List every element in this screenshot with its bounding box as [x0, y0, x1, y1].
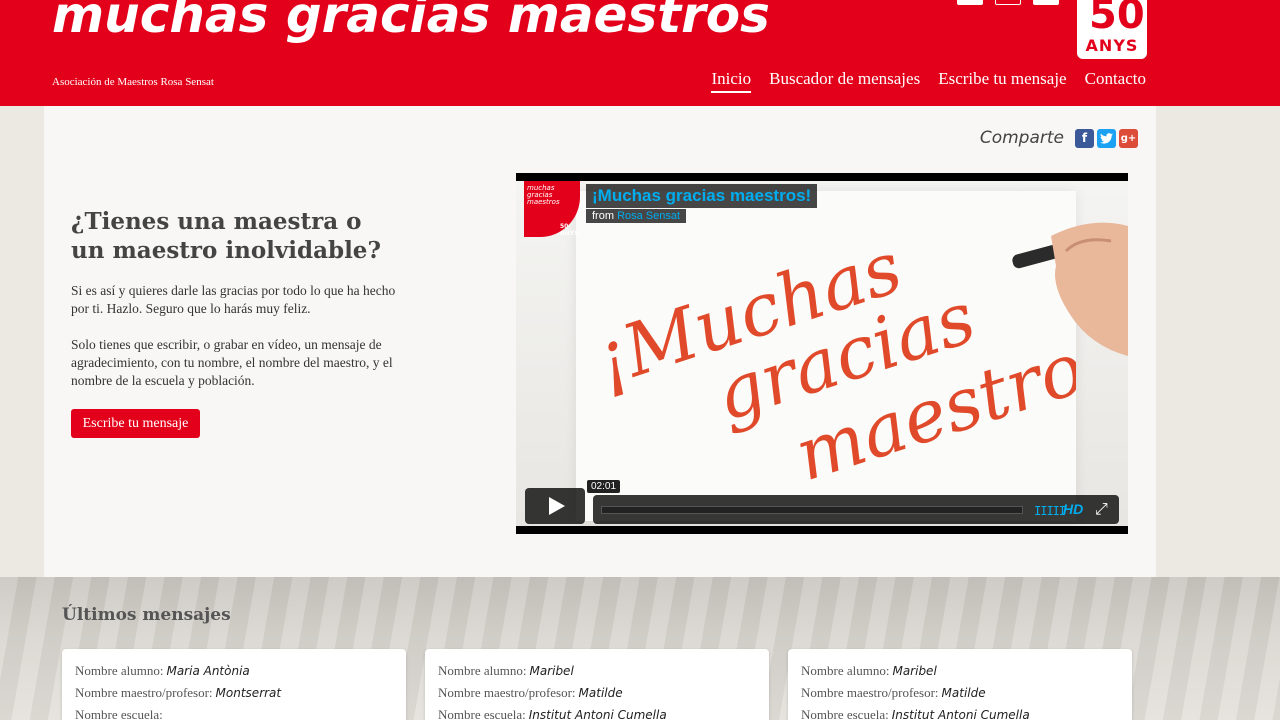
student-label: Nombre alumno: — [801, 663, 890, 678]
site-logo-subtitle: Asociación de Maestros Rosa Sensat — [52, 76, 214, 88]
nav-item-contacto[interactable]: Contacto — [1085, 69, 1146, 93]
card-teacher-row: Nombre maestro/profesor: Matilde — [801, 682, 1119, 704]
video-time: 02:01 — [587, 480, 621, 493]
intro-heading: ¿Tienes una maestra o un maestro inolvid… — [71, 208, 381, 264]
video-logo-badge: 50 ANYS — [560, 223, 579, 237]
language-link-1[interactable] — [957, 0, 983, 5]
hand-with-marker-icon — [1012, 222, 1128, 356]
share-label: Comparte — [979, 128, 1064, 148]
latest-messages-section: Últimos mensajes Nombre alumno: Maria Ant… — [0, 577, 1280, 720]
card-student-row: Nombre alumno: Maribel — [801, 660, 1119, 682]
intro-paragraph-1: Si es así y quieres darle las gracias po… — [71, 283, 396, 316]
message-card[interactable]: Nombre alumno: Maria Antònia Nombre maest… — [62, 649, 406, 720]
handwriting-graphic: ¡Muchas gracias maestros — [585, 225, 1128, 497]
control-bar: IIIII HD ⤢ — [593, 495, 1119, 524]
language-links — [957, 0, 1059, 6]
play-button[interactable] — [525, 488, 585, 524]
teacher-name: Matilde — [578, 686, 623, 700]
message-card[interactable]: Nombre alumno: Maribel Nombre maestro/pro… — [788, 649, 1132, 720]
volume-icon[interactable]: IIIII — [1034, 504, 1066, 518]
main-panel: Comparte f g+ ¿Tienes una maestra o un m… — [44, 106, 1156, 577]
card-teacher-row: Nombre maestro/profesor: Montserrat — [75, 682, 393, 704]
teacher-label: Nombre maestro/profesor: — [801, 685, 939, 700]
video-author-link[interactable]: Rosa Sensat — [617, 210, 680, 222]
hd-button[interactable]: HD — [1063, 501, 1083, 517]
video-controls: IIIII HD ⤢ 02:01 — [525, 480, 1119, 524]
video-logo-text: muchas gracias maestros — [527, 184, 560, 206]
latest-messages-heading: Últimos mensajes — [62, 605, 231, 625]
progress-bar[interactable] — [601, 506, 1023, 514]
write-message-button[interactable]: Escribe tu mensaje — [71, 409, 200, 438]
share-bar: Comparte f g+ — [980, 128, 1138, 148]
school-name: Institut Antoni Cumella — [528, 708, 667, 720]
fullscreen-icon[interactable]: ⤢ — [1095, 499, 1108, 519]
teacher-name: Matilde — [941, 686, 986, 700]
teacher-name: Montserrat — [215, 686, 282, 700]
school-name: Institut Antoni Cumella — [891, 708, 1030, 720]
card-teacher-row: Nombre maestro/profesor: Matilde — [438, 682, 756, 704]
intro-paragraph-2: Solo tienes que escribir, o grabar en ví… — [71, 337, 393, 388]
site-header: muchas gracias maestros Asociación de Ma… — [0, 0, 1280, 106]
twitter-icon[interactable] — [1097, 128, 1116, 148]
student-label: Nombre alumno: — [438, 663, 527, 678]
google-plus-icon[interactable]: g+ — [1119, 128, 1138, 148]
video-logo[interactable]: muchas gracias maestros 50 ANYS — [524, 181, 580, 237]
video-player[interactable]: ¡Muchas gracias maestros muchas gracias … — [516, 173, 1128, 534]
video-frame[interactable]: ¡Muchas gracias maestros — [516, 181, 1128, 526]
card-school-row: Nombre escuela: — [75, 704, 393, 720]
language-link-3[interactable] — [1033, 0, 1059, 5]
school-label: Nombre escuela: — [438, 707, 526, 720]
language-link-2[interactable] — [995, 0, 1021, 5]
video-author: from Rosa Sensat — [586, 209, 687, 223]
student-name: Maribel — [892, 664, 937, 678]
student-name: Maria Antònia — [166, 664, 250, 678]
message-card[interactable]: Nombre alumno: Maribel Nombre maestro/pro… — [425, 649, 769, 720]
teacher-label: Nombre maestro/profesor: — [75, 685, 213, 700]
play-icon — [549, 497, 565, 515]
card-student-row: Nombre alumno: Maribel — [438, 660, 756, 682]
nav-item-inicio[interactable]: Inicio — [711, 69, 752, 93]
card-student-row: Nombre alumno: Maria Antònia — [75, 660, 393, 682]
video-paper: ¡Muchas gracias maestros — [576, 191, 1128, 521]
video-title[interactable]: ¡Muchas gracias maestros! — [586, 184, 818, 208]
badge-number: 50 — [1089, 0, 1145, 38]
student-label: Nombre alumno: — [75, 663, 164, 678]
nav-item-buscador[interactable]: Buscador de mensajes — [769, 69, 920, 93]
nav-item-escribe[interactable]: Escribe tu mensaje — [938, 69, 1066, 93]
school-label: Nombre escuela: — [75, 707, 163, 720]
main-nav: Inicio Buscador de mensajes Escribe tu m… — [711, 69, 1146, 93]
badge-text: ANYS — [1085, 36, 1139, 55]
anniversary-badge: 50 ANYS — [1077, 0, 1147, 59]
facebook-icon[interactable]: f — [1075, 128, 1094, 148]
student-name: Maribel — [529, 664, 574, 678]
school-label: Nombre escuela: — [801, 707, 889, 720]
site-logo-title[interactable]: muchas gracias maestros — [52, 0, 770, 44]
card-school-row: Nombre escuela: Institut Antoni Cumella — [801, 704, 1119, 720]
video-from-prefix: from — [592, 210, 614, 222]
card-school-row: Nombre escuela: Institut Antoni Cumella — [438, 704, 756, 720]
teacher-label: Nombre maestro/profesor: — [438, 685, 576, 700]
